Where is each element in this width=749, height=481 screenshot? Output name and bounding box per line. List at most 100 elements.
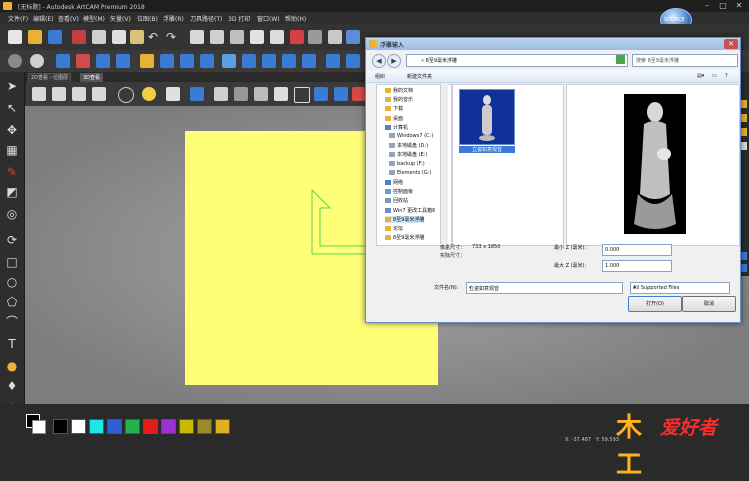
node-edit-icon[interactable]: ↖ bbox=[4, 100, 20, 116]
eraser-icon[interactable]: ◩ bbox=[4, 184, 20, 200]
circle-icon[interactable]: ○ bbox=[4, 274, 20, 290]
box-icon[interactable] bbox=[274, 87, 288, 101]
relief-view-icon[interactable] bbox=[334, 87, 348, 101]
menu-toolpaths[interactable]: 刀具路径(T) bbox=[190, 14, 222, 23]
close-icon[interactable]: ✕ bbox=[724, 39, 738, 49]
filename-input[interactable]: 立姿如意观音 ▾ bbox=[466, 282, 623, 294]
material-icon[interactable] bbox=[234, 87, 248, 101]
wireframe-icon[interactable] bbox=[352, 87, 366, 101]
organize-button[interactable]: 组织 bbox=[375, 73, 385, 80]
menu-help[interactable]: 帮助(H) bbox=[285, 14, 306, 23]
cube-top-icon[interactable] bbox=[92, 87, 106, 101]
chevron-down-icon[interactable]: ▾ bbox=[469, 285, 621, 291]
tool-icon[interactable] bbox=[308, 30, 322, 44]
menu-3d-print[interactable]: 3D 打印 bbox=[228, 14, 250, 23]
tree-item[interactable]: backup (F:) bbox=[389, 160, 425, 167]
copy-icon[interactable] bbox=[112, 30, 126, 44]
tree-item[interactable]: 本地磁盘 (E:) bbox=[389, 151, 427, 158]
close-icon[interactable]: ✕ bbox=[732, 1, 746, 11]
new-folder-button[interactable]: 新建文件夹 bbox=[407, 73, 432, 80]
menu-bitmap[interactable]: 位图(B) bbox=[137, 14, 158, 23]
cube-front-icon[interactable] bbox=[32, 87, 46, 101]
arc-icon[interactable]: ⌒ bbox=[4, 314, 20, 330]
tree-item[interactable]: 回收站 bbox=[385, 197, 408, 204]
axes-icon[interactable] bbox=[190, 87, 204, 101]
menu-window[interactable]: 窗口(W) bbox=[257, 14, 280, 23]
save-icon[interactable] bbox=[48, 30, 62, 44]
undo-icon[interactable]: ↶ bbox=[148, 30, 162, 44]
tree-item[interactable]: 下载 bbox=[385, 105, 403, 112]
relief-7-icon[interactable] bbox=[180, 54, 194, 68]
fill-icon[interactable]: ◎ bbox=[4, 206, 20, 222]
color-swatch[interactable] bbox=[197, 419, 212, 434]
cut-icon[interactable] bbox=[92, 30, 106, 44]
relief-12-icon[interactable] bbox=[282, 54, 296, 68]
tree-item[interactable]: Elements (G:) bbox=[389, 169, 431, 176]
color-swatch[interactable] bbox=[89, 419, 104, 434]
tree-item[interactable]: 控制面板 bbox=[385, 188, 413, 195]
color-swatch[interactable] bbox=[215, 419, 230, 434]
page-icon[interactable] bbox=[210, 30, 224, 44]
pencil-icon[interactable]: ✎ bbox=[4, 164, 20, 180]
chevron-down-icon[interactable]: ▾ bbox=[633, 285, 728, 291]
relief-13-icon[interactable] bbox=[302, 54, 316, 68]
menu-edit[interactable]: 编辑(E) bbox=[33, 14, 53, 23]
layers-icon[interactable] bbox=[270, 30, 284, 44]
grid-icon[interactable] bbox=[230, 30, 244, 44]
open-folder-icon[interactable] bbox=[28, 30, 42, 44]
tree-item[interactable]: 8至9毫米浮雕 bbox=[385, 215, 425, 223]
refresh-icon[interactable] bbox=[616, 55, 625, 64]
select-arrow-icon[interactable]: ➤ bbox=[4, 78, 20, 94]
zoom-fit-icon[interactable] bbox=[118, 87, 134, 103]
overlap-icon[interactable] bbox=[294, 87, 310, 103]
menu-relief[interactable]: 浮雕(R) bbox=[163, 14, 184, 23]
diamond-icon[interactable] bbox=[328, 30, 342, 44]
vector-arrow[interactable] bbox=[310, 188, 370, 268]
tree-item[interactable]: 计算机 bbox=[385, 124, 408, 131]
pin-icon[interactable]: ♦ bbox=[4, 378, 20, 394]
copy-page-icon[interactable] bbox=[250, 30, 264, 44]
rectangle-icon[interactable]: □ bbox=[4, 254, 20, 270]
shade-icon[interactable] bbox=[254, 87, 268, 101]
text-icon[interactable]: T bbox=[4, 336, 20, 352]
relief-15-icon[interactable] bbox=[346, 54, 360, 68]
block-icon[interactable] bbox=[214, 87, 228, 101]
minimize-icon[interactable]: – bbox=[700, 1, 714, 11]
color-swatch[interactable] bbox=[143, 419, 158, 434]
tree-item[interactable]: 桌面 bbox=[385, 115, 403, 122]
snap-icon[interactable] bbox=[346, 30, 360, 44]
relief-1-icon[interactable] bbox=[56, 54, 70, 68]
tree-item[interactable]: 本地磁盘 (D:) bbox=[389, 142, 428, 149]
menu-vector[interactable]: 矢量(V) bbox=[110, 14, 131, 23]
relief-10-icon[interactable] bbox=[242, 54, 256, 68]
relief-5-icon[interactable] bbox=[140, 54, 154, 68]
file-thumbnail[interactable] bbox=[459, 89, 515, 145]
grid-tool-icon[interactable]: ▦ bbox=[4, 142, 20, 158]
tree-item[interactable]: 网络 bbox=[385, 179, 403, 186]
min-z-field[interactable]: 0.000 bbox=[602, 244, 672, 256]
menu-model[interactable]: 模型(M) bbox=[83, 14, 105, 23]
open-button[interactable]: 打开(O) bbox=[628, 296, 682, 312]
transform-icon[interactable]: ✥ bbox=[4, 122, 20, 138]
polygon-icon[interactable]: ⬠ bbox=[4, 294, 20, 310]
new-file-icon[interactable] bbox=[8, 30, 22, 44]
relief-8-icon[interactable] bbox=[200, 54, 214, 68]
cancel-button[interactable]: 取消 bbox=[682, 296, 736, 312]
relief-6-icon[interactable] bbox=[160, 54, 174, 68]
preview-pane-icon[interactable]: ▭ bbox=[712, 73, 717, 79]
tree-item[interactable]: Win7 更改工具箱6 bbox=[385, 207, 435, 214]
relief-14-icon[interactable] bbox=[326, 54, 340, 68]
file-type-select[interactable]: All Supported Files ▾ bbox=[630, 282, 730, 294]
redo-icon[interactable]: ↷ bbox=[166, 30, 180, 44]
relief-3-icon[interactable] bbox=[96, 54, 110, 68]
zoom-icon[interactable] bbox=[8, 54, 22, 68]
document-icon[interactable] bbox=[190, 30, 204, 44]
menu-file[interactable]: 文件(F) bbox=[8, 14, 28, 23]
flag-icon[interactable] bbox=[290, 30, 304, 44]
color-swatch[interactable] bbox=[179, 419, 194, 434]
navigation-scrollbar[interactable] bbox=[440, 84, 448, 244]
back-icon[interactable]: ◀ bbox=[372, 54, 386, 68]
rotate-tool-icon[interactable]: ⟳ bbox=[4, 232, 20, 248]
color-swatch[interactable] bbox=[161, 419, 176, 434]
relief-9-icon[interactable] bbox=[222, 54, 236, 68]
